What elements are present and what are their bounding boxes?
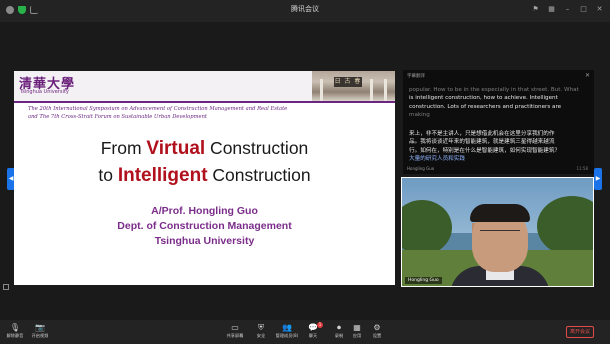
caption-chinese: 来上，非不是主讲人，只是想借此机会在这里分享我们的作 品。我将谈谈近年来的智能建… bbox=[409, 130, 591, 163]
title-line-1: From Virtual Construction bbox=[14, 135, 395, 162]
logo-english-text: Tsinghua University bbox=[20, 89, 69, 95]
members-icon: 👥 bbox=[282, 323, 292, 332]
campus-gate-photo: 日 古 春 bbox=[312, 71, 395, 101]
caption-zh-line: 大量的研究人员和实践 bbox=[409, 155, 465, 162]
symposium-text: The 20th International Symposium on Adva… bbox=[28, 105, 388, 121]
share-status-icon[interactable] bbox=[3, 284, 9, 290]
pin-icon[interactable]: ⚑ bbox=[531, 5, 540, 14]
title-bar: 腾讯会议 ⚑ ▦ – □ ✕ bbox=[0, 0, 610, 22]
caption-panel: 字幕翻译 ✕ popular. How to be in the especia… bbox=[403, 70, 594, 174]
video-name-tag: Hongling Guo bbox=[405, 277, 442, 284]
title-line-2: to Intelligent Construction bbox=[14, 162, 395, 189]
shield-icon: ⛨ bbox=[258, 323, 264, 332]
collapse-right-icon[interactable]: ▶ bbox=[594, 168, 602, 190]
symposium-line-1: The 20th International Symposium on Adva… bbox=[28, 106, 288, 112]
author-block: A/Prof. Hongling Guo Dept. of Constructi… bbox=[14, 204, 395, 249]
title-to: to bbox=[98, 165, 118, 185]
slide-header: 清華大學 Tsinghua University 日 古 春 bbox=[14, 71, 395, 101]
gear-icon: ⚙ bbox=[373, 323, 381, 332]
video-label: 开启视频 bbox=[31, 333, 49, 338]
caption-close-icon[interactable]: ✕ bbox=[585, 72, 590, 79]
caption-en-line: making bbox=[409, 111, 430, 118]
chat-label: 聊天 bbox=[308, 333, 318, 338]
caption-time: 11:58 bbox=[576, 166, 588, 171]
speaker-video[interactable]: Hongling Guo bbox=[401, 177, 594, 287]
mic-muted-icon: 🎙 bbox=[9, 323, 21, 332]
members-label: 管理成员(8) bbox=[275, 333, 299, 338]
grid-view-icon[interactable]: ▦ bbox=[547, 5, 556, 14]
meeting-toolbar: 🎙 解除静音 📷 开启视频 ▭ 共享屏幕 ⛨ 安全 👥 管理成员(8) 💬 1 … bbox=[0, 320, 610, 344]
maximize-icon[interactable]: □ bbox=[579, 5, 588, 14]
close-icon[interactable]: ✕ bbox=[595, 5, 604, 14]
settings-button[interactable]: ⚙ 设置 bbox=[364, 322, 390, 339]
share-screen-button[interactable]: ▭ 共享屏幕 bbox=[222, 322, 248, 339]
tsinghua-logo: 清華大學 Tsinghua University bbox=[16, 73, 106, 98]
author-name: A/Prof. Hongling Guo bbox=[151, 205, 258, 217]
caption-zh-line: 来上，非不是主讲人，只是想借此机会在这里分享我们的作 bbox=[409, 131, 555, 137]
slide-title: From Virtual Construction to Intelligent… bbox=[14, 135, 395, 189]
security-label: 安全 bbox=[256, 333, 266, 338]
share-label: 共享屏幕 bbox=[226, 333, 244, 338]
video-button[interactable]: 📷 开启视频 bbox=[27, 322, 53, 339]
title-from: From bbox=[100, 138, 147, 158]
minimize-icon[interactable]: – bbox=[563, 5, 572, 14]
title-intelligent: Intelligent bbox=[117, 165, 208, 186]
speaker-glasses bbox=[480, 230, 520, 237]
caption-en-line: is intelligent construction, how to achi… bbox=[409, 95, 558, 102]
share-screen-icon: ▭ bbox=[231, 323, 239, 332]
caption-speaker: Hongling Guo bbox=[407, 166, 435, 171]
leave-meeting-button[interactable]: 离开会议 bbox=[566, 326, 594, 338]
title-construction-2: Construction bbox=[207, 165, 311, 185]
header-divider bbox=[14, 101, 395, 103]
author-department: Dept. of Construction Management bbox=[117, 220, 292, 232]
gate-plaque: 日 古 春 bbox=[334, 77, 362, 87]
video-tree bbox=[402, 200, 452, 255]
caption-header: 字幕翻译 bbox=[407, 74, 425, 79]
settings-label: 设置 bbox=[372, 333, 382, 338]
meeting-app: 腾讯会议 ⚑ ▦ – □ ✕ ◀ ▶ 清華大學 Tsinghua Univers… bbox=[0, 0, 610, 344]
caption-en-line: construction. Lots of researchers and pr… bbox=[409, 103, 562, 110]
window-controls: ⚑ ▦ – □ ✕ bbox=[531, 5, 604, 14]
members-button[interactable]: 👥 管理成员(8) bbox=[274, 322, 300, 339]
caption-en-line: popular. How to be in the especially in … bbox=[409, 87, 579, 93]
title-virtual: Virtual bbox=[146, 138, 206, 159]
camera-off-icon: 📷 bbox=[35, 323, 45, 332]
security-button[interactable]: ⛨ 安全 bbox=[248, 322, 274, 339]
video-tree bbox=[537, 196, 593, 256]
chat-button[interactable]: 💬 1 聊天 bbox=[300, 322, 326, 339]
window-title: 腾讯会议 bbox=[291, 5, 319, 13]
chat-badge: 1 bbox=[317, 322, 323, 328]
mic-button[interactable]: 🎙 解除静音 bbox=[2, 322, 28, 339]
mic-label: 解除静音 bbox=[6, 333, 24, 338]
caption-zh-line: 行。如何在，特别是在什么是智能建筑，如何实现智能建筑？ bbox=[409, 147, 561, 154]
shared-slide: 清華大學 Tsinghua University 日 古 春 The 20th … bbox=[14, 71, 395, 285]
symposium-line-2: and The 7th Cross-Strait Forum on Sustai… bbox=[28, 114, 208, 120]
title-construction-1: Construction bbox=[205, 138, 309, 158]
author-university: Tsinghua University bbox=[154, 235, 255, 247]
caption-english: popular. How to be in the especially in … bbox=[409, 86, 591, 119]
caption-zh-line: 品。我将谈谈近年来的智能建筑，就是建筑三星得越来越流 bbox=[409, 139, 555, 146]
meeting-stage: ◀ ▶ 清華大學 Tsinghua University 日 古 春 The 2… bbox=[0, 22, 610, 320]
speaker-hair bbox=[470, 204, 530, 222]
